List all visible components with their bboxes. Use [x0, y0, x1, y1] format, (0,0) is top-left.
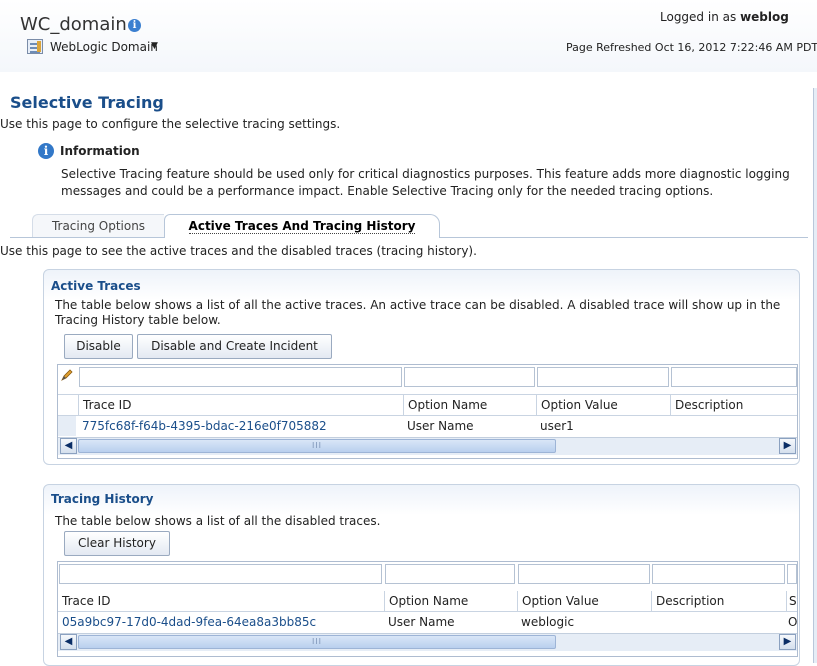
- clear-history-button[interactable]: Clear History: [64, 531, 170, 556]
- filter-option-value[interactable]: [537, 367, 669, 387]
- scrollbar-thumb[interactable]: III: [78, 439, 556, 453]
- filter-description[interactable]: [652, 564, 785, 584]
- column-header[interactable]: Option Value: [517, 591, 651, 612]
- option-value-cell: weblogic: [521, 615, 575, 629]
- option-value-cell: user1: [540, 419, 574, 433]
- page-title: Selective Tracing: [10, 93, 164, 112]
- column-header[interactable]: St: [786, 591, 797, 612]
- filter-trace-id[interactable]: [59, 564, 382, 584]
- page-refreshed: Page Refreshed Oct 16, 2012 7:22:46 AM P…: [566, 41, 817, 54]
- column-header[interactable]: Trace ID: [78, 395, 403, 416]
- row-selector[interactable]: [58, 416, 76, 436]
- tab-label: Active Traces And Tracing History: [188, 219, 416, 234]
- tab-label: Tracing Options: [51, 219, 146, 233]
- filter-option-name[interactable]: [385, 564, 515, 584]
- column-header[interactable]: Option Name: [403, 395, 536, 416]
- page-scrollbar[interactable]: [813, 88, 817, 663]
- page-description: Use this page to configure the selective…: [0, 117, 341, 131]
- disable-create-incident-button[interactable]: Disable and Create Incident: [137, 334, 332, 359]
- column-header[interactable]: Description: [670, 395, 797, 416]
- tracing-history-title: Tracing History: [51, 492, 154, 506]
- column-header[interactable]: Description: [651, 591, 786, 612]
- active-traces-title: Active Traces: [51, 279, 141, 293]
- logged-in-info: Logged in as weblog: [660, 10, 789, 24]
- domain-menu-icon[interactable]: [27, 39, 43, 54]
- filter-status[interactable]: [787, 564, 797, 584]
- filter-option-value[interactable]: [518, 564, 650, 584]
- pencil-eraser-icon[interactable]: [60, 368, 74, 382]
- scrollbar-thumb[interactable]: III: [78, 635, 556, 649]
- filter-trace-id[interactable]: [79, 367, 402, 387]
- tab-tracing-options[interactable]: Tracing Options: [32, 214, 164, 237]
- option-name-cell: User Name: [388, 615, 455, 629]
- scroll-right-arrow-icon[interactable]: ▶: [779, 438, 796, 454]
- description-cell: [651, 612, 786, 632]
- info-text: Selective Tracing feature should be used…: [61, 167, 790, 198]
- tab-description: Use this page to see the active traces a…: [0, 244, 477, 258]
- scroll-left-arrow-icon[interactable]: ◀: [60, 634, 77, 650]
- logged-in-label: Logged in as: [660, 10, 737, 24]
- option-name-cell: User Name: [407, 419, 474, 433]
- filter-option-name[interactable]: [404, 367, 535, 387]
- scroll-left-arrow-icon[interactable]: ◀: [60, 438, 77, 454]
- scroll-right-arrow-icon[interactable]: ▶: [779, 634, 796, 650]
- trace-id-link[interactable]: 775fc68f-f64b-4395-bdac-216e0f705882: [78, 416, 403, 436]
- description-cell: [670, 416, 797, 436]
- domain-title: WC_domain: [20, 14, 127, 35]
- domain-info-icon[interactable]: i: [128, 19, 141, 32]
- column-header[interactable]: Option Name: [384, 591, 517, 612]
- active-traces-description: The table below shows a list of all the …: [55, 298, 781, 327]
- filter-description[interactable]: [671, 367, 797, 387]
- disable-button[interactable]: Disable: [64, 334, 133, 359]
- tracing-history-description: The table below shows a list of all the …: [55, 514, 381, 528]
- info-icon: i: [38, 143, 54, 159]
- trace-id-link[interactable]: 05a9bc97-17d0-4dad-9fea-64ea8a3bb85c: [58, 612, 384, 632]
- chevron-down-icon[interactable]: ▼: [151, 41, 158, 51]
- tab-active-traces-history[interactable]: Active Traces And Tracing History: [164, 214, 440, 238]
- status-cell: O: [788, 615, 797, 629]
- info-heading: Information: [60, 144, 140, 158]
- logged-in-user: weblog: [740, 10, 789, 24]
- weblogic-domain-menu[interactable]: WebLogic Domain: [50, 40, 158, 54]
- column-header[interactable]: Option Value: [536, 395, 670, 416]
- column-header[interactable]: Trace ID: [58, 591, 384, 612]
